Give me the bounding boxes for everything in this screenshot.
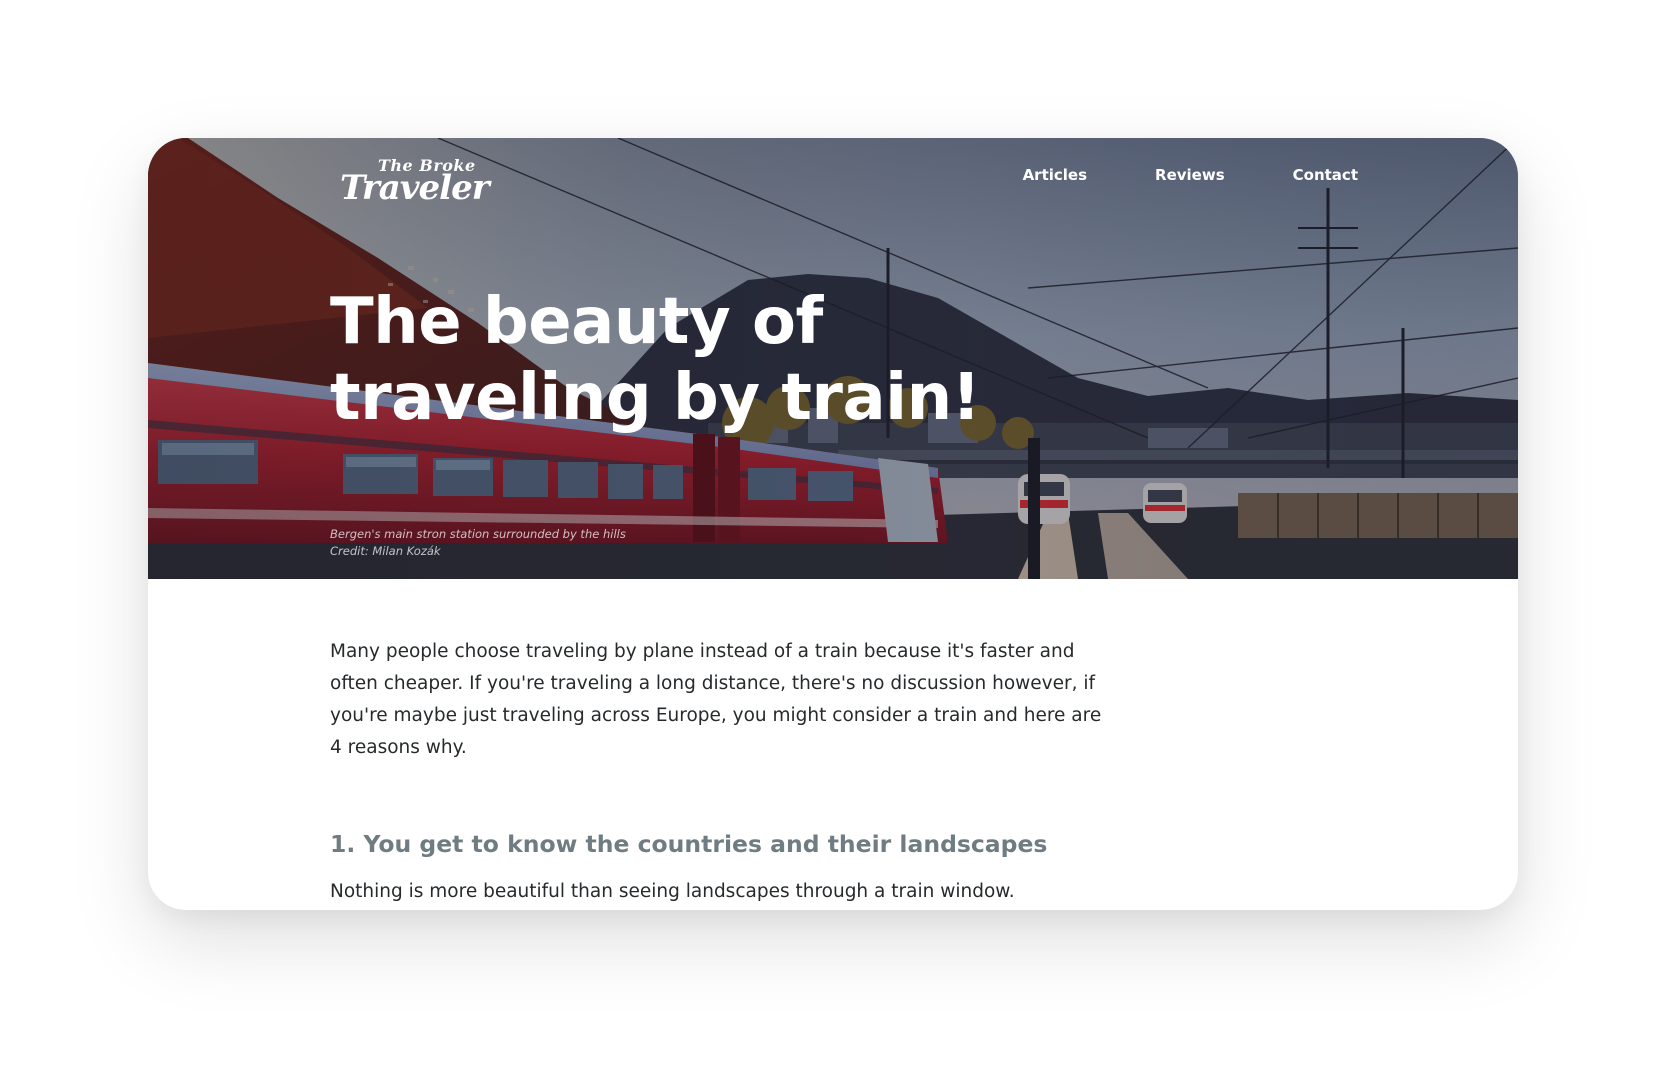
article-body: Many people choose traveling by plane in…	[330, 636, 1110, 910]
main-nav: Articles Reviews Contact	[1023, 166, 1358, 184]
nav-link-reviews[interactable]: Reviews	[1155, 166, 1225, 184]
site-logo[interactable]: The Broke Traveler	[340, 152, 490, 212]
nav-link-contact[interactable]: Contact	[1293, 166, 1358, 184]
section-paragraph: Nothing is more beautiful than seeing la…	[330, 881, 1015, 902]
nav-link-articles[interactable]: Articles	[1023, 166, 1087, 184]
article-title: The beauty of traveling by train!	[330, 285, 981, 435]
hero-banner: The Broke Traveler Articles Reviews Cont…	[148, 138, 1518, 579]
article-card: The Broke Traveler Articles Reviews Cont…	[148, 138, 1518, 910]
photo-caption-description: Bergen's main stron station surrounded b…	[330, 527, 626, 541]
photo-credit: Credit: Milan Kozák	[330, 544, 441, 558]
intro-paragraph: Many people choose traveling by plane in…	[330, 641, 1102, 758]
section-heading: 1. You get to know the countries and the…	[330, 830, 1048, 858]
logo-main-text: Traveler	[340, 168, 490, 208]
photo-caption: Bergen's main stron station surrounded b…	[330, 526, 626, 560]
